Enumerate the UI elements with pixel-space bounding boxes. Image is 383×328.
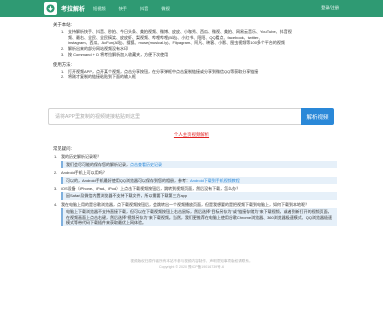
footer-copyright[interactable]: Copyright © 2020 豫ICP备19016739号-6: [0, 265, 383, 270]
about-list: 1. 支持解析快手、抖音、秒拍、今日头条、美拍视频、微博、皮皮、小咖秀、西瓜、微视…: [53, 29, 333, 58]
android-tutorial-link[interactable]: Android下载到手机视频教程: [190, 178, 240, 183]
faq-question: 4. 我在电脑上用的是谷歌浏览器，点下载视频按钮后，会跳转出一个视频播放页面，但是…: [54, 201, 309, 207]
about-item: 3. 按 Command + D 将考拉解析加入收藏夹，方便下次使用: [61, 51, 169, 57]
usage-list: 1. 打开视频APP，点开某个视频，点击分享按钮，在分享弹框中点击复制链接或分享到…: [53, 69, 333, 81]
footer-disclaimer: 视频版权归原作者所有本站不参与视频内容制作，声明须知事项版权请联系。: [130, 259, 253, 263]
nav-item-kuaishou[interactable]: 快手: [119, 6, 127, 12]
search-bar: 请将APP里复制的视频链接粘贴到这里 解析视频: [48, 108, 334, 125]
login-register-link[interactable]: 登录/注册: [321, 5, 339, 11]
faq-question: 2. Android手机上可以用吗？: [54, 170, 107, 176]
faq-answer: 因Safari及微信内置浏览器不支持下载文件，所以需要下载第三方app: [61, 192, 337, 200]
faq-question: 1. 我的历史解析记录呢？: [54, 154, 101, 160]
about-section: 关于本站: 1. 支持解析快手、抖音、秒拍、今日头条、美拍视频、微博、皮皮、小咖秀…: [53, 22, 333, 80]
nav-item-short-video[interactable]: 短视频: [93, 6, 106, 12]
nav-item-douyin[interactable]: 抖音: [140, 6, 148, 12]
logo[interactable]: 考拉解析: [44, 2, 85, 15]
nav-item-weishi[interactable]: 微视: [161, 6, 169, 12]
usage-title: 使用方法:: [53, 61, 72, 67]
history-link[interactable]: 点击查看历史记录: [130, 162, 162, 167]
about-title: 关于本站:: [53, 22, 72, 27]
logo-icon: [44, 2, 57, 15]
video-url-input[interactable]: 请将APP里复制的视频链接粘贴到这里: [48, 108, 301, 125]
top-navbar: 考拉解析 短视频 快手 抖音 微视 登录/注册: [0, 0, 383, 17]
brand-name: 考拉解析: [61, 7, 86, 13]
faq-answer: 可以的，Android手机最好使用QQ浏览器可以保存到您的相册，参考：Andro…: [61, 176, 337, 185]
personal-page-parse-link[interactable]: 个人主页视频解析: [0, 132, 383, 138]
main-nav: 短视频 快手 抖音 微视: [93, 6, 183, 12]
usage-item: 2. 将刚才复制的链接粘贴到下面的输入框: [61, 74, 136, 80]
faq-answer: 电脑上下载浏览器不支持直接下载，但可以在下载视频按钮上右击鼠标，然后选择"目标另…: [61, 208, 337, 227]
faq-answer: 我们会尽可能的保存您的解析记录，点击查看历史记录: [61, 160, 337, 169]
faq-title: 常见疑问:: [53, 146, 72, 151]
parse-video-button[interactable]: 解析视频: [301, 108, 334, 125]
faq-question: 3. iOS设备（iPhone、iPad、iPod）上点击下载视频按钮后，跳转到视…: [54, 186, 241, 192]
faq-section: 常见疑问: 1. 我的历史解析记录呢？ 我们会尽可能的保存您的解析记录，点击查看历…: [53, 146, 337, 227]
